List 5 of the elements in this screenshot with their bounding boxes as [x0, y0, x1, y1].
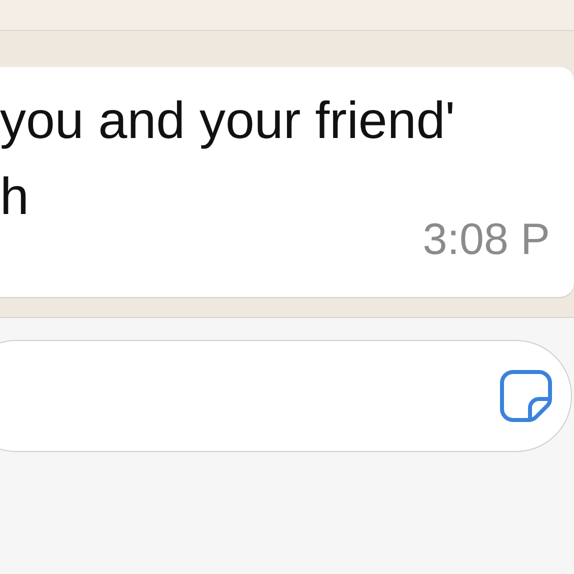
message-input-field[interactable]: [0, 340, 572, 452]
message-text: you and your friend': [0, 91, 456, 152]
message-time: 3:08 P: [422, 215, 550, 265]
sticker-icon[interactable]: [499, 369, 553, 423]
message-text: h: [0, 167, 30, 228]
